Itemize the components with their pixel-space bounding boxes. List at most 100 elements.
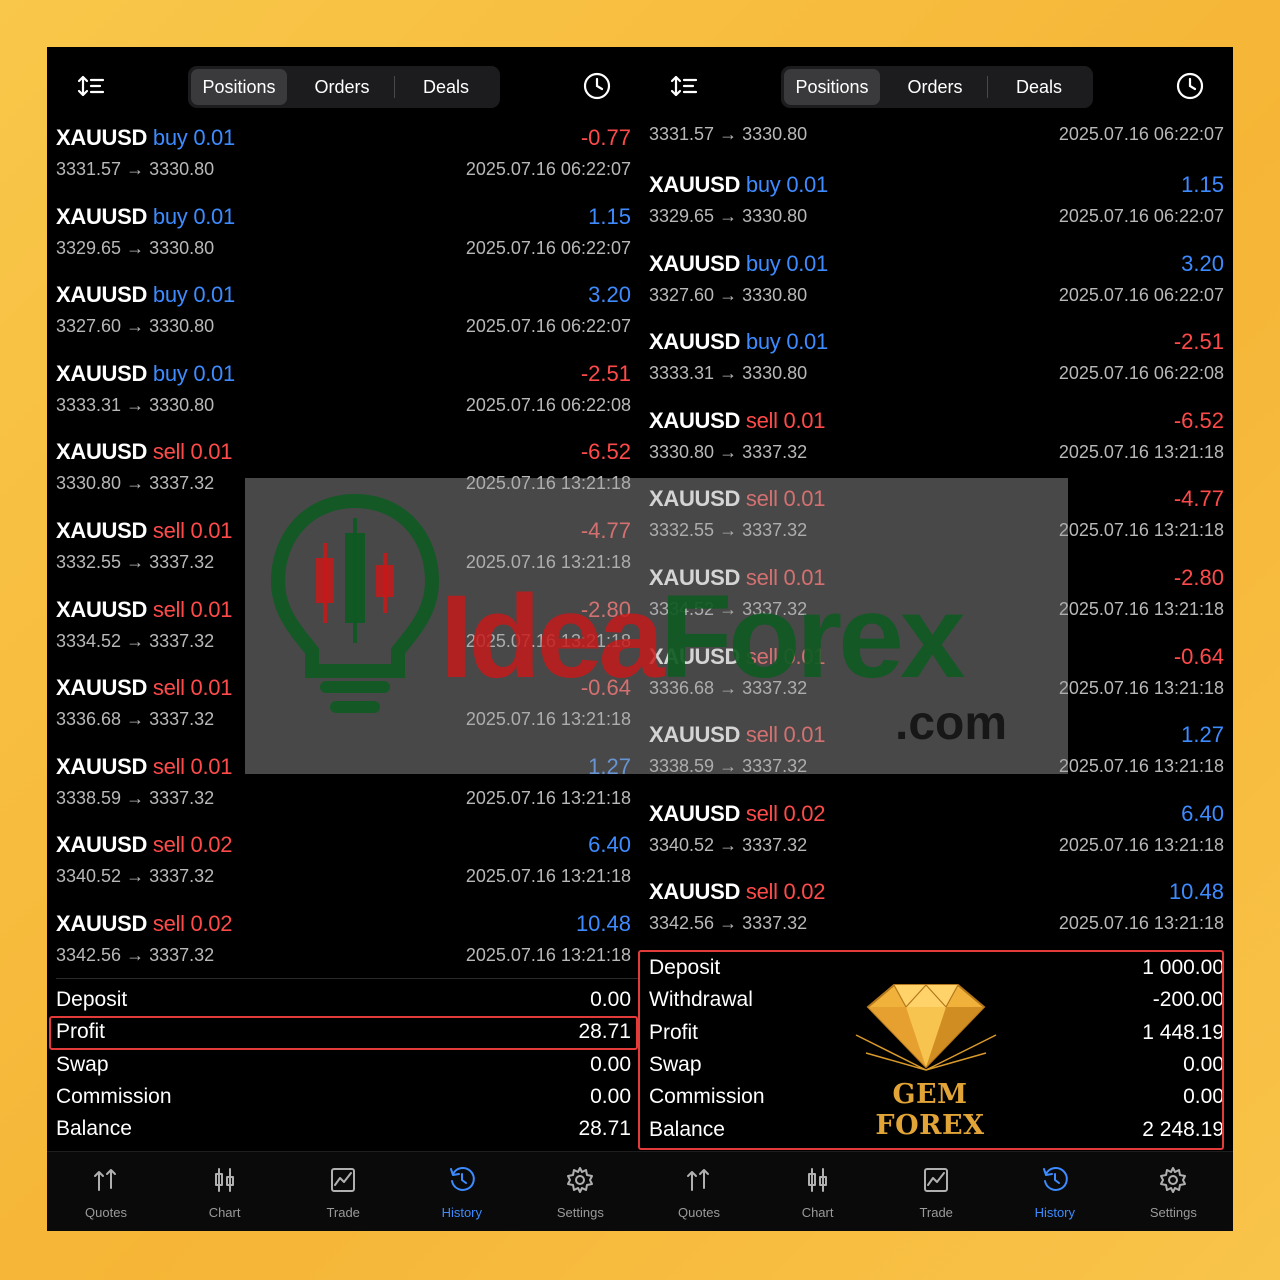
tab-deals[interactable]: Deals xyxy=(989,69,1089,105)
position-row[interactable]: XAUUSD sell 0.02 10.48 3342.56 → 3337.32 20… xyxy=(640,879,1233,959)
trade-direction: sell xyxy=(152,832,185,858)
trade-volume: 0.01 xyxy=(193,282,235,308)
trade-volume: 0.01 xyxy=(193,203,235,229)
nav-label: Settings xyxy=(556,1205,604,1220)
symbol-label: XAUUSD buy 0.01 xyxy=(56,125,235,151)
price-range: 3340.52 → 3337.32 xyxy=(56,866,215,887)
summary-divider xyxy=(56,978,640,979)
profit-value: -4.77 xyxy=(1173,486,1224,512)
top-bar: Positions Orders Deals xyxy=(640,47,1233,127)
trade-direction: buy xyxy=(745,250,781,276)
tab-orders[interactable]: Orders xyxy=(292,69,392,105)
trade-volume: 0.01 xyxy=(786,172,828,197)
symbol: XAUUSD xyxy=(56,832,148,858)
summary-label: Balance xyxy=(56,1117,132,1141)
symbol-label: XAUUSD buy 0.01 xyxy=(56,204,235,230)
trade-volume: 0.02 xyxy=(783,879,826,905)
trade-direction: sell xyxy=(152,753,185,779)
close-time: 2025.07.16 13:21:18 xyxy=(1058,520,1224,541)
nav-quotes[interactable]: Quotes xyxy=(640,1152,758,1231)
clock-icon[interactable] xyxy=(583,72,611,100)
nav-settings[interactable]: Settings xyxy=(1114,1152,1232,1231)
bottom-nav: Quotes Chart Trade History Settings xyxy=(47,1151,640,1231)
nav-trade[interactable]: Trade xyxy=(284,1152,402,1231)
nav-history[interactable]: History xyxy=(403,1152,521,1231)
nav-trade[interactable]: Trade xyxy=(877,1152,995,1231)
nav-chart[interactable]: Chart xyxy=(166,1152,284,1231)
nav-settings[interactable]: Settings xyxy=(521,1152,639,1231)
price-range: 3342.56 → 3337.32 xyxy=(649,913,808,934)
price-range: 3333.31 → 3330.80 xyxy=(649,363,808,384)
close-time: 2025.07.16 13:21:18 xyxy=(1058,913,1224,934)
summary-value: 0.00 xyxy=(590,988,631,1011)
lightbulb-candlestick-icon xyxy=(270,493,440,713)
position-row[interactable]: XAUUSD buy 0.01 3.20 3327.60 → 3330.80 2025… xyxy=(640,250,1233,331)
summary-label: Deposit xyxy=(56,988,128,1011)
position-row[interactable]: XAUUSD buy 0.01 1.15 3329.65 → 3330.80 2025… xyxy=(47,204,640,284)
price-range: 3330.80 → 3337.32 xyxy=(649,441,808,462)
tab-separator xyxy=(394,76,395,98)
nav-label: Chart xyxy=(208,1205,241,1220)
tab-positions[interactable]: Positions xyxy=(191,69,287,105)
summary-value: 28.71 xyxy=(578,1117,631,1141)
price-range: 3331.57 → 3330.80 xyxy=(56,159,215,179)
position-row[interactable]: XAUUSD sell 0.02 6.40 3340.52 → 3337.32 202… xyxy=(640,801,1233,881)
symbol-label: XAUUSD buy 0.01 xyxy=(649,329,828,355)
position-row[interactable]: XAUUSD sell 0.02 10.48 3342.56 → 3337.32 20… xyxy=(47,911,640,991)
nav-history[interactable]: History xyxy=(996,1152,1114,1231)
trade-icon xyxy=(331,1168,356,1192)
list-item-partial[interactable]: 3331.57 → 3330.80 2025.07.16 06:22:07 xyxy=(640,124,1233,167)
summary-row-swap: Swap 0.00 xyxy=(47,1049,640,1081)
summary-row-deposit: Deposit 0.00 xyxy=(47,984,640,1016)
summary-value: 0.00 xyxy=(590,1052,631,1076)
close-time: 2025.07.16 06:22:07 xyxy=(465,316,631,337)
watermark-wordmark: IdeaForex xyxy=(440,571,965,703)
nav-label: History xyxy=(441,1205,483,1220)
trade-volume: 0.01 xyxy=(190,518,233,543)
profit-value: 10.48 xyxy=(1168,879,1224,905)
profit-value: -0.64 xyxy=(1173,643,1224,669)
price-range: 3336.68 → 3337.32 xyxy=(56,709,215,730)
summary-label: Commission xyxy=(56,1084,172,1108)
trade-volume: 0.02 xyxy=(190,911,233,936)
position-row[interactable]: XAUUSD buy 0.01 1.15 3329.65 → 3330.80 2025… xyxy=(640,172,1233,252)
trade-direction: sell xyxy=(152,596,185,622)
close-time: 2025.07.16 13:21:18 xyxy=(1058,834,1224,855)
trade-direction: sell xyxy=(152,911,185,936)
close-time: 2025.07.16 06:22:07 xyxy=(1058,124,1224,144)
position-row[interactable]: XAUUSD sell 0.02 6.40 3340.52 → 3337.32 202… xyxy=(47,832,640,912)
ideaforex-watermark: IdeaForex .com xyxy=(245,478,1068,774)
price-range: 3327.60 → 3330.80 xyxy=(56,316,215,337)
position-row[interactable]: XAUUSD buy 0.01 3.20 3327.60 → 3330.80 2025… xyxy=(47,282,640,362)
summary-value: 0.00 xyxy=(590,1084,631,1108)
symbol: XAUUSD xyxy=(56,518,148,543)
position-row[interactable]: XAUUSD buy 0.01 -2.51 3333.31 → 3330.80 202… xyxy=(47,361,640,441)
tab-orders[interactable]: Orders xyxy=(885,69,985,105)
symbol-label: XAUUSD sell 0.01 xyxy=(56,518,232,544)
quotes-icon xyxy=(94,1169,116,1191)
position-row[interactable]: XAUUSD sell 0.01 -6.52 3330.80 → 3337.32 20… xyxy=(640,407,1233,488)
profit-value: -6.52 xyxy=(1173,407,1224,433)
tab-deals[interactable]: Deals xyxy=(396,69,496,105)
symbol-label: XAUUSD sell 0.02 xyxy=(649,801,825,827)
tab-positions[interactable]: Positions xyxy=(784,69,880,105)
trade-direction: buy xyxy=(152,282,188,308)
symbol-label: XAUUSD sell 0.02 xyxy=(56,832,232,858)
history-icon xyxy=(449,1167,475,1191)
nav-quotes[interactable]: Quotes xyxy=(47,1152,165,1231)
nav-chart[interactable]: Chart xyxy=(759,1152,877,1231)
position-row[interactable]: XAUUSD buy 0.01 -0.77 3331.57 → 3330.80 202… xyxy=(47,125,640,205)
trade-volume: 0.02 xyxy=(190,832,233,858)
symbol-label: XAUUSD sell 0.02 xyxy=(649,879,825,905)
position-row[interactable]: XAUUSD buy 0.01 -2.51 3333.31 → 3330.80 202… xyxy=(640,329,1233,409)
chart-icon xyxy=(807,1168,827,1192)
summary-row-commission: Commission 0.00 xyxy=(47,1081,640,1113)
profit-value: 1.27 xyxy=(1181,722,1224,748)
symbol-label: XAUUSD buy 0.01 xyxy=(56,361,235,387)
symbol: XAUUSD xyxy=(56,675,148,701)
sort-icon[interactable] xyxy=(77,73,105,99)
close-time: 2025.07.16 06:22:07 xyxy=(1058,284,1224,305)
sort-icon[interactable] xyxy=(670,73,698,99)
price-range: 3340.52 → 3337.32 xyxy=(649,834,808,855)
clock-icon[interactable] xyxy=(1176,72,1204,100)
